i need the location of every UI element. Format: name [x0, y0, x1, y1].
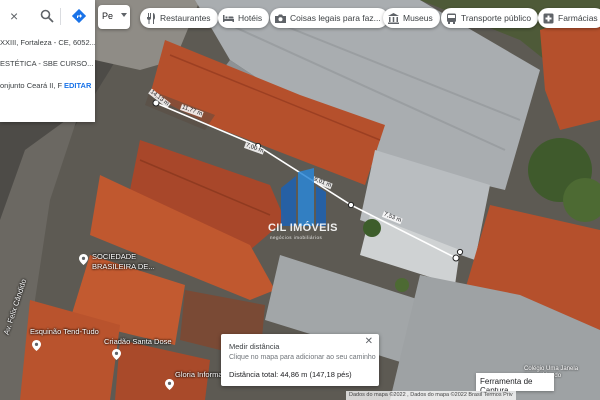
chevron-down-icon[interactable]	[121, 13, 127, 17]
place-label[interactable]: Criadão Santa Dose	[104, 337, 172, 346]
card-hint: Clique no mapa para adicionar ao seu cam…	[229, 354, 376, 361]
place-pin-icon[interactable]	[32, 340, 41, 351]
building-logo-icon	[281, 168, 326, 226]
watermark-text: CIL IMÓVEIS	[268, 222, 338, 234]
chip-label: Farmácias	[558, 13, 598, 23]
camera-icon	[275, 14, 286, 23]
search-panel: × XXIII, Fortaleza - CE, 6052... ESTÉTIC…	[0, 0, 95, 122]
chip-label: Restaurantes	[160, 13, 211, 23]
close-icon[interactable]: ×	[10, 8, 18, 24]
chip-label: Transporte público	[461, 13, 532, 23]
museum-icon	[388, 12, 399, 24]
place-pin-icon[interactable]	[112, 349, 121, 360]
map-attribution[interactable]: Dados do mapa ©2022 , Dados do mapa ©202…	[346, 391, 516, 400]
close-icon[interactable]: ✕	[365, 336, 373, 347]
directions-icon[interactable]	[72, 9, 86, 23]
measure-point	[347, 201, 355, 209]
divider	[60, 8, 61, 25]
chip-label: Coisas legais para faz...	[290, 13, 381, 23]
chip-restaurants[interactable]: Restaurantes	[140, 8, 218, 28]
measure-point	[452, 254, 460, 262]
chip-museums[interactable]: Museus	[383, 8, 440, 28]
chip-label: Hotéis	[238, 13, 263, 23]
bed-icon	[223, 14, 234, 22]
secondary-input-value: Pe	[102, 11, 114, 21]
place-label[interactable]: Esquinão Tend-Tudo	[30, 327, 99, 336]
fork-knife-icon	[147, 12, 155, 24]
measure-distance-card: Medir distância Clique no mapa para adic…	[221, 334, 379, 386]
search-bar[interactable]: ×	[0, 0, 95, 32]
place-label[interactable]: SOCIEDADE	[92, 252, 136, 261]
capture-tool-button[interactable]: Ferramenta de Captura	[476, 373, 554, 395]
pharmacy-icon	[543, 13, 554, 23]
chip-things-to-do[interactable]: Coisas legais para faz...	[270, 8, 388, 28]
route-stop-item[interactable]: onjunto Ceará II, F...	[0, 81, 68, 90]
place-label-line2[interactable]: BRASILEIRA DE...	[92, 262, 155, 271]
watermark-subtext: negócios imobiliários	[270, 235, 323, 240]
chip-label: Museus	[403, 13, 433, 23]
place-pin-icon[interactable]	[165, 379, 174, 390]
route-stop-item[interactable]: ESTÉTICA - SBE CURSO...	[0, 59, 93, 68]
place-pin-icon[interactable]	[79, 254, 88, 265]
edit-link[interactable]: EDITAR	[62, 81, 92, 90]
card-title: Medir distância	[229, 342, 280, 351]
total-distance: Distância total: 44,86 m (147,18 pés)	[229, 370, 352, 379]
search-icon[interactable]	[40, 9, 54, 23]
secondary-input[interactable]: Pe	[98, 5, 130, 29]
route-stop-item[interactable]: XXIII, Fortaleza - CE, 6052...	[0, 38, 95, 47]
chip-hotels[interactable]: Hotéis	[218, 8, 270, 28]
measure-point	[456, 248, 464, 256]
chip-public-transport[interactable]: Transporte público	[441, 8, 539, 28]
chip-pharmacies[interactable]: Farmácias	[538, 8, 600, 28]
bus-icon	[447, 13, 456, 24]
